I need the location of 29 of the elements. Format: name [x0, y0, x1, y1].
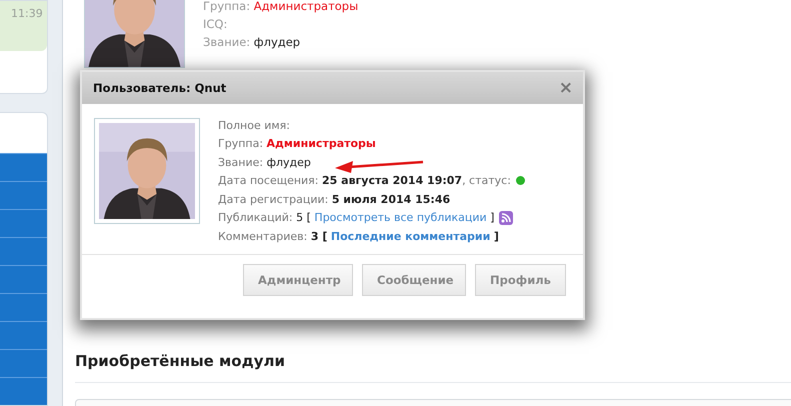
- info-line: Публикаций: 5 [ Просмотреть все публикации ]: [218, 211, 494, 224]
- info-line: Группа: Администраторы: [218, 137, 376, 150]
- sidebar-item[interactable]: [0, 181, 47, 209]
- sidebar-item[interactable]: [0, 349, 47, 377]
- sidebar-item[interactable]: [0, 377, 47, 405]
- info-line: Дата посещения: 25 августа 2014 19:07, статус:: [218, 174, 511, 188]
- sidebar-item[interactable]: [0, 293, 47, 321]
- rss-icon[interactable]: [499, 210, 514, 225]
- sidebar-item[interactable]: [0, 153, 47, 181]
- info-line: Дата регистрации: 5 июля 2014 15:46: [218, 192, 450, 206]
- sidebar-item[interactable]: [0, 321, 47, 349]
- sidebar-item[interactable]: [0, 209, 47, 237]
- info-line: Полное имя:: [218, 118, 290, 132]
- dialog-title: Пользователь: Qnut: [93, 81, 226, 95]
- close-button[interactable]: ×: [558, 80, 573, 96]
- dialog-button[interactable]: Профиль: [475, 264, 566, 296]
- sidebar-item[interactable]: [0, 237, 47, 265]
- dialog-button[interactable]: Сообщение: [362, 264, 466, 296]
- link[interactable]: Последние комментарии: [330, 230, 490, 243]
- message-time: 11:39: [11, 7, 43, 20]
- info-line: Звание: флудер: [203, 35, 302, 49]
- info-line: Комментариев: 3 [ Последние комментарии ]: [218, 230, 499, 243]
- link[interactable]: Просмотреть все публикации: [314, 211, 487, 224]
- info-line: Группа: Администраторы: [203, 0, 358, 13]
- info-line: Звание: флудер: [218, 156, 311, 169]
- dialog-button[interactable]: Админцентр: [243, 264, 353, 296]
- sidebar-item[interactable]: [0, 265, 47, 293]
- info-line: ICQ:: [203, 17, 228, 31]
- section-title: Приобретённые модули: [75, 352, 285, 370]
